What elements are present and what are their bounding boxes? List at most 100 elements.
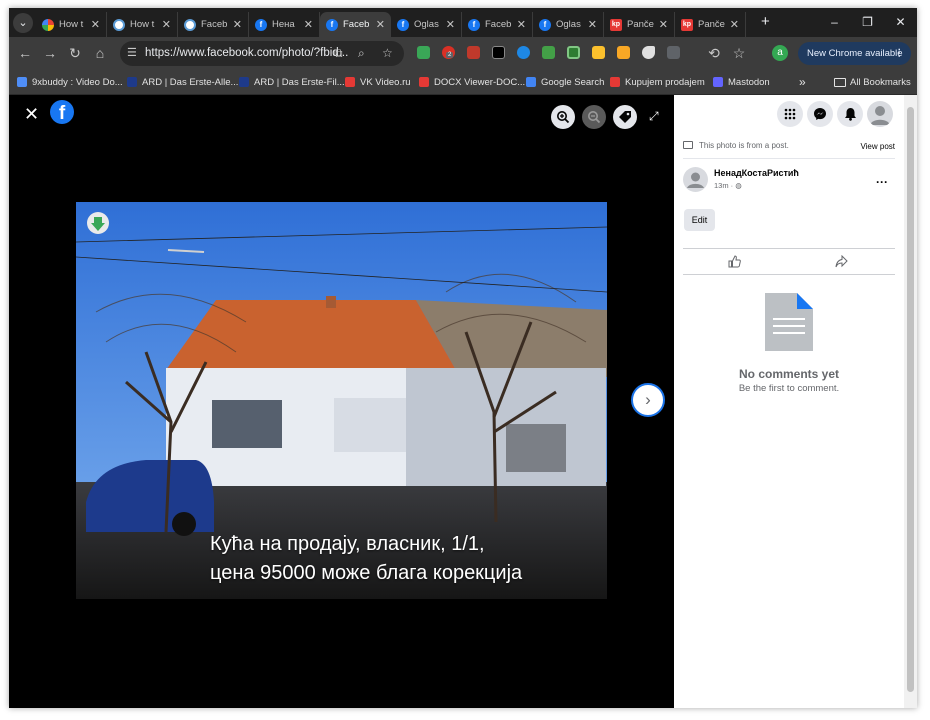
no-comments-title: No comments yet	[738, 367, 840, 381]
bookmark-item[interactable]: Google Search	[526, 70, 604, 94]
tab-close-icon[interactable]: ✕	[233, 18, 242, 31]
tab-close-icon[interactable]: ✕	[517, 18, 526, 31]
home-button[interactable]: ⌂	[92, 45, 108, 61]
menu-button[interactable]	[777, 101, 803, 127]
star-list-icon[interactable]: ☆	[731, 45, 747, 61]
tab-search-button[interactable]: ⌄	[13, 13, 33, 33]
messenger-button[interactable]	[807, 101, 833, 127]
globe-extension-icon[interactable]	[517, 46, 530, 59]
bookmark-label: VK Video.ru	[360, 76, 411, 88]
browser-tab[interactable]: f Нена ✕	[249, 12, 320, 37]
zoom-out-button[interactable]	[582, 105, 606, 129]
bookmark-label: Mastodon	[728, 76, 770, 88]
bookmark-item[interactable]: Kupujem prodajem	[610, 70, 705, 94]
ublock-extension-icon[interactable]: 2	[442, 46, 455, 59]
close-window-button[interactable]: ✕	[884, 8, 917, 37]
folder-extension-icon[interactable]	[617, 46, 630, 59]
search-icon[interactable]: ⌕	[358, 46, 365, 61]
bookmarks-overflow-button[interactable]: »	[799, 70, 806, 94]
restore-button[interactable]: ❐	[851, 8, 884, 37]
tag-icon	[619, 111, 631, 123]
browser-tab[interactable]: f Oglas ✕	[391, 12, 462, 37]
address-bar[interactable]: ☰ https://www.facebook.com/photo/?fbid..…	[120, 41, 404, 66]
bookmark-label: Kupujem prodajem	[625, 76, 705, 88]
bookmark-item[interactable]: ARD | Das Erste-Fil...	[239, 70, 345, 94]
tab-close-icon[interactable]: ✕	[162, 18, 171, 31]
history-icon[interactable]: ⟲	[706, 45, 722, 61]
bookmark-item[interactable]: ARD | Das Erste-Alle...	[127, 70, 238, 94]
browser-window: ⌄ How t ✕ How t ✕ Faceb ✕ f Нена ✕ f Faceb ✕ f Oglas ✕…	[9, 8, 917, 708]
tab-title: Oglas	[414, 19, 439, 30]
play-extension-icon[interactable]	[567, 46, 580, 59]
tag-extension-icon[interactable]	[642, 46, 655, 59]
shield-extension-icon[interactable]	[467, 46, 480, 59]
edit-button[interactable]: Edit	[684, 209, 715, 231]
share-icon[interactable]	[835, 255, 848, 268]
tab-close-icon[interactable]: ✕	[446, 18, 455, 31]
bookmark-item[interactable]: Mastodon	[713, 70, 770, 94]
facebook-logo-icon[interactable]: f	[50, 100, 74, 124]
tab-close-icon[interactable]: ✕	[659, 18, 668, 31]
notifications-button[interactable]	[837, 101, 863, 127]
tab-close-icon[interactable]: ✕	[376, 18, 385, 31]
tab-close-icon[interactable]: ✕	[91, 18, 100, 31]
like-icon[interactable]	[728, 255, 741, 268]
facebook-icon: f	[326, 18, 338, 31]
browser-tab[interactable]: Faceb ✕	[178, 12, 249, 37]
minimize-button[interactable]: –	[818, 8, 851, 37]
close-viewer-button[interactable]: ✕	[24, 104, 39, 124]
bookmark-favicon-icon	[610, 77, 620, 87]
post-options-button[interactable]: ···	[876, 175, 888, 189]
next-photo-button[interactable]: ›	[631, 383, 665, 417]
new-tab-button[interactable]: +	[761, 12, 770, 32]
plus-extension-icon[interactable]	[492, 46, 505, 59]
tab-title: Faceb	[485, 19, 512, 30]
kp-icon: kp	[610, 18, 622, 31]
install-app-icon[interactable]: ⧉	[334, 46, 343, 61]
site-info-icon[interactable]: ☰	[127, 47, 140, 60]
new-chrome-available-button[interactable]: New Chrome available ⋮	[798, 42, 911, 65]
puzzle-extensions-icon[interactable]	[667, 46, 680, 59]
scrollbar-thumb[interactable]	[907, 107, 914, 692]
panel-scrollbar[interactable]	[904, 95, 917, 708]
back-button[interactable]: ←	[17, 45, 33, 61]
browser-tab[interactable]: kp Panče ✕	[675, 12, 746, 37]
url-text[interactable]: https://www.facebook.com/photo/?fbid...	[145, 41, 348, 66]
bookmark-star-icon[interactable]: ☆	[382, 46, 393, 60]
browser-tab[interactable]: How t ✕	[107, 12, 178, 37]
tab-close-icon[interactable]: ✕	[588, 18, 597, 31]
tab-list: How t ✕ How t ✕ Faceb ✕ f Нена ✕ f Faceb ✕ f Oglas ✕ f F…	[36, 12, 746, 37]
zoom-in-button[interactable]	[551, 105, 575, 129]
tag-photo-button[interactable]	[613, 105, 637, 129]
browser-tab[interactable]: f Oglas ✕	[533, 12, 604, 37]
author-name[interactable]: НенадКостаРистић	[714, 168, 799, 178]
browser-tab[interactable]: f Faceb ✕	[320, 12, 391, 37]
post-time[interactable]: 13m ·	[714, 181, 733, 190]
profile-avatar[interactable]: a	[772, 45, 788, 61]
bookmark-item[interactable]: 9xbuddy : Video Do...	[17, 70, 123, 94]
browser-tab[interactable]: kp Panče ✕	[604, 12, 675, 37]
reload-button[interactable]: ↻	[67, 45, 83, 61]
facebook-icon: f	[468, 18, 480, 31]
bookmark-item[interactable]: VK Video.ru	[345, 70, 411, 94]
zoom-in-icon	[557, 111, 570, 124]
view-post-link[interactable]: View post	[860, 142, 895, 151]
photo-viewer: ✕ f ⤢ Кућа на продају, власник, 1/1, цен…	[9, 95, 674, 708]
folder-icon	[834, 77, 846, 87]
bookmark-item[interactable]: DOCX Viewer-DOC...	[419, 70, 525, 94]
fullscreen-button[interactable]: ⤢	[649, 109, 659, 124]
tab-close-icon[interactable]: ✕	[304, 18, 313, 31]
download-extension-icon[interactable]	[417, 46, 430, 59]
account-button[interactable]	[867, 101, 893, 127]
all-bookmarks-button[interactable]: All Bookmarks	[834, 70, 911, 94]
browser-tab[interactable]: How t ✕	[36, 12, 107, 37]
forward-button[interactable]: →	[42, 45, 58, 61]
browser-tab[interactable]: f Faceb ✕	[462, 12, 533, 37]
note-extension-icon[interactable]	[592, 46, 605, 59]
bookmark-label: 9xbuddy : Video Do...	[32, 76, 123, 88]
tab-close-icon[interactable]: ✕	[730, 18, 739, 31]
author-avatar[interactable]	[683, 167, 708, 192]
kebab-menu-icon[interactable]: ⋮	[895, 42, 905, 65]
bookmark-label: ARD | Das Erste-Alle...	[142, 76, 239, 88]
feather-extension-icon[interactable]	[542, 46, 555, 59]
